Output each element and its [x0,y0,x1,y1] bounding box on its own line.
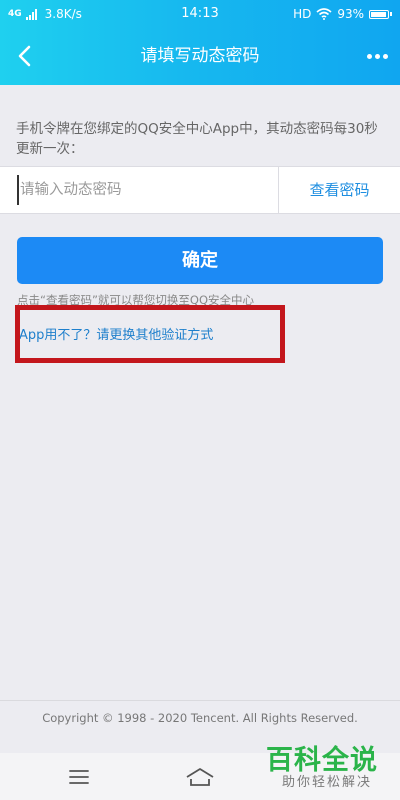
code-input-row: 查看密码 [0,166,400,214]
watermark-logo: 百科全说 助你轻松解决 [266,738,394,794]
battery-icon [369,9,392,19]
confirm-button[interactable]: 确定 [17,237,383,284]
app-header: 4G 3.8K/s 14:13 HD 93% 请填写动态密码 [0,0,400,85]
page-title: 请填写动态密码 [140,46,260,66]
more-dots-icon [366,53,372,59]
home-icon [186,768,214,786]
status-bar: 4G 3.8K/s 14:13 HD 93% [0,0,400,28]
hd-label: HD [293,7,312,21]
footer-divider [0,700,400,701]
menu-icon [69,770,89,784]
home-button[interactable] [185,765,215,789]
copyright-text: Copyright © 1998 - 2020 Tencent. All Rig… [42,711,358,725]
dynamic-code-input[interactable] [17,175,270,205]
view-code-button[interactable]: 查看密码 [279,167,400,213]
menu-button[interactable] [64,765,94,789]
wifi-icon [316,8,332,20]
battery-percent: 93% [337,7,364,21]
highlight-annotation-box [15,305,285,363]
more-button[interactable] [362,44,392,68]
nav-bar: 请填写动态密码 [0,28,400,85]
watermark-subtitle: 助你轻松解决 [282,775,373,790]
instruction-text: 手机令牌在您绑定的QQ安全中心App中，其动态密码每30秒更新一次： [16,121,378,157]
